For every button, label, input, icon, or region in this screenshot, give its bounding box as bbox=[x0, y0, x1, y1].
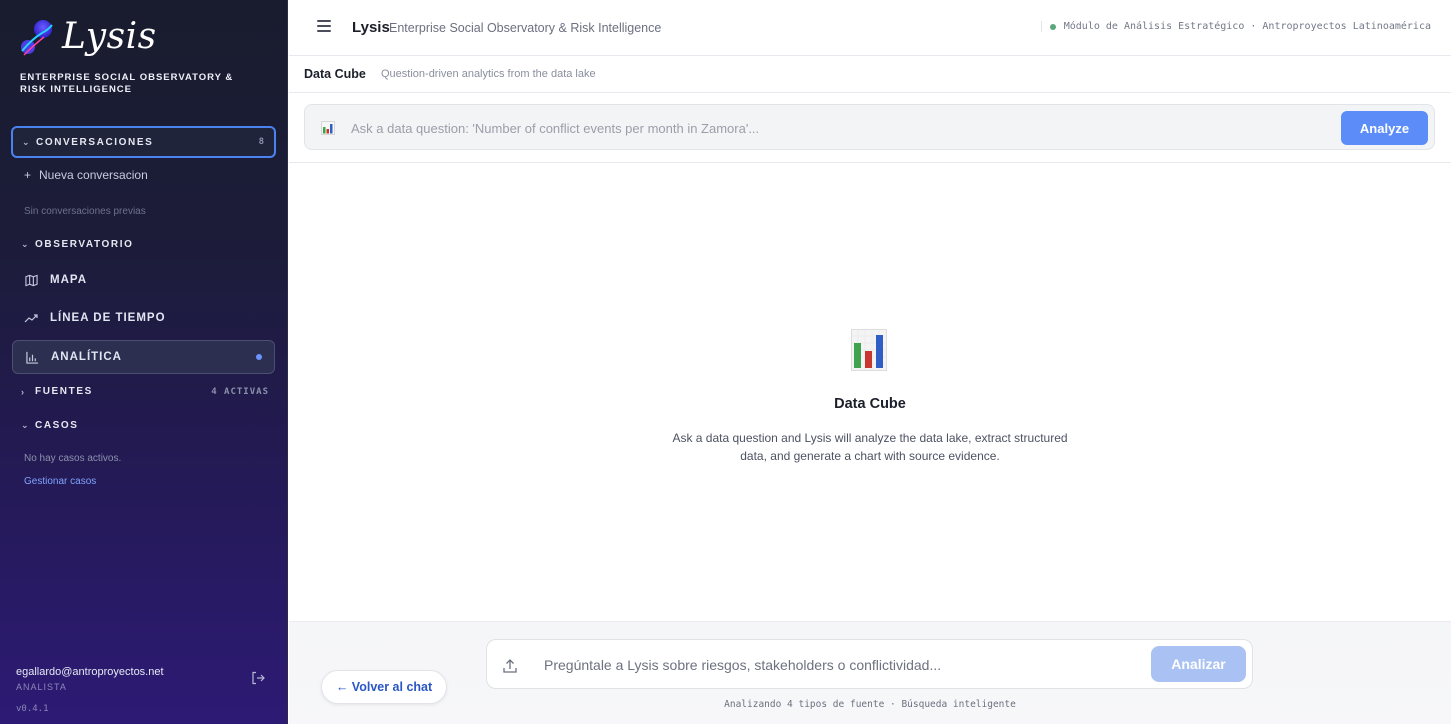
chat-input[interactable] bbox=[544, 653, 1144, 677]
conversations-label: CONVERSACIONES bbox=[36, 136, 154, 148]
lysis-logo-icon bbox=[21, 19, 53, 56]
no-conversations-text: Sin conversaciones previas bbox=[24, 206, 146, 217]
conversations-count: 8 bbox=[258, 137, 265, 147]
empty-state-text: Ask a data question and Lysis will analy… bbox=[672, 431, 1068, 463]
data-question-bar: Analyze bbox=[304, 104, 1435, 150]
sidebar-item-mapa[interactable]: MAPA bbox=[12, 263, 275, 297]
module-info: Módulo de Análisis Estratégico · Antropr… bbox=[1040, 21, 1431, 32]
sidebar-item-analitica[interactable]: ANALÍTICA bbox=[12, 340, 275, 374]
chat-footer: ← Volver al chat Analizar Analizando 4 t… bbox=[289, 621, 1451, 724]
chevron-down-icon: ⌄ bbox=[22, 136, 32, 147]
search-status-note: Analizando 4 tipos de fuente · Búsqueda … bbox=[724, 699, 1016, 710]
chat-input-box: Analizar bbox=[486, 639, 1253, 689]
user-email: egallardo@antroproyectos.net bbox=[16, 666, 164, 678]
module-label: Módulo de Análisis Estratégico · Antropr… bbox=[1063, 21, 1431, 32]
chevron-right-icon: › bbox=[21, 386, 26, 397]
chart-emoji-icon bbox=[321, 121, 335, 135]
manage-cases-link[interactable]: Gestionar casos bbox=[24, 476, 96, 487]
cases-section-toggle[interactable]: ⌄ CASOS bbox=[21, 420, 269, 431]
user-role: ANALISTA bbox=[16, 682, 67, 692]
chevron-down-icon: ⌄ bbox=[21, 239, 31, 249]
page-description: Question-driven analytics from the data … bbox=[381, 68, 596, 80]
top-bar: Lysis Enterprise Social Observatory & Ri… bbox=[289, 0, 1451, 56]
plus-icon: + bbox=[24, 168, 32, 182]
map-icon bbox=[24, 273, 38, 287]
brand-name: Lysis bbox=[62, 16, 157, 57]
new-conversation-label: Nueva conversacion bbox=[39, 168, 148, 182]
sidebar-item-timeline[interactable]: LÍNEA DE TIEMPO bbox=[12, 301, 275, 335]
brand-logo[interactable]: Lysis bbox=[18, 16, 157, 57]
cases-label: CASOS bbox=[35, 420, 79, 431]
chevron-down-icon: ⌄ bbox=[21, 420, 31, 430]
query-section: Analyze bbox=[289, 93, 1451, 163]
new-conversation-button[interactable]: + Nueva conversacion bbox=[24, 168, 148, 182]
observatory-label: OBSERVATORIO bbox=[35, 239, 134, 250]
empty-state-title: Data Cube bbox=[834, 396, 906, 412]
app-subtitle: Enterprise Social Observatory & Risk Int… bbox=[389, 21, 662, 35]
sources-label: FUENTES bbox=[35, 386, 93, 397]
app-title: Lysis bbox=[352, 19, 390, 36]
status-dot bbox=[1049, 23, 1056, 30]
sidebar-item-label: LÍNEA DE TIEMPO bbox=[50, 312, 166, 324]
bar-chart-icon bbox=[25, 350, 39, 364]
menu-icon[interactable] bbox=[317, 20, 331, 32]
logout-icon[interactable] bbox=[251, 671, 265, 685]
sidebar-item-label: MAPA bbox=[50, 274, 88, 286]
sidebar-item-label: ANALÍTICA bbox=[51, 351, 122, 363]
upload-icon[interactable] bbox=[502, 658, 518, 674]
trend-icon bbox=[24, 311, 38, 325]
sidebar: Lysis ENTERPRISE SOCIAL OBSERVATORY & RI… bbox=[0, 0, 288, 724]
analizar-button[interactable]: Analizar bbox=[1151, 646, 1246, 682]
bar-chart-emoji-icon bbox=[851, 329, 887, 371]
sources-section-toggle[interactable]: › FUENTES 4 ACTIVAS bbox=[21, 386, 269, 397]
app-version: v0.4.1 bbox=[16, 704, 49, 714]
sources-status: 4 ACTIVAS bbox=[211, 386, 269, 397]
observatory-section-toggle[interactable]: ⌄ OBSERVATORIO bbox=[21, 239, 271, 250]
brand-tagline: ENTERPRISE SOCIAL OBSERVATORY & RISK INT… bbox=[20, 72, 234, 95]
data-cube-header: Data Cube Question-driven analytics from… bbox=[289, 56, 1451, 93]
conversations-section-toggle[interactable]: ⌄ CONVERSACIONES 8 bbox=[11, 126, 276, 158]
active-indicator-dot bbox=[256, 354, 262, 360]
no-cases-text: No hay casos activos. bbox=[24, 453, 122, 464]
data-question-input[interactable] bbox=[351, 116, 1331, 140]
page-title: Data Cube bbox=[304, 67, 366, 81]
data-cube-empty-state: Data Cube Ask a data question and Lysis … bbox=[289, 163, 1451, 621]
analyze-button[interactable]: Analyze bbox=[1341, 111, 1428, 145]
